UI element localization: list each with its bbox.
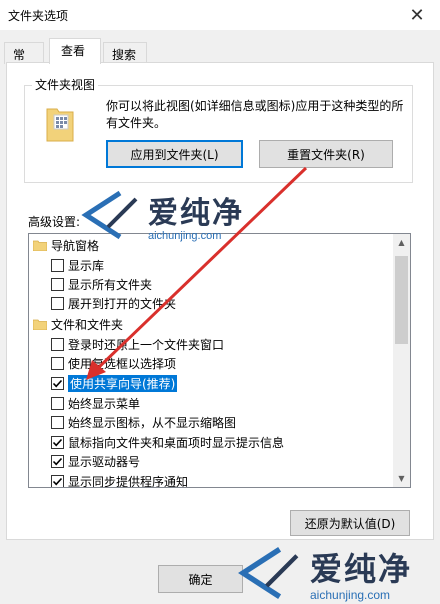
tab-view-label: 查看 xyxy=(61,44,86,58)
watermark-logo-icon xyxy=(238,547,299,599)
watermark-url: aichunjing.com xyxy=(310,588,391,602)
annotation-arrow xyxy=(86,166,308,380)
tab-view[interactable]: 查看 xyxy=(49,38,101,64)
watermark-top: 爱纯净 aichunjing.com xyxy=(80,188,244,242)
watermark-brand: 爱纯净 xyxy=(310,550,413,588)
watermark-bottom: 爱纯净 aichunjing.com xyxy=(236,544,412,602)
watermark-logo-icon xyxy=(81,190,138,240)
watermark-brand: 爱纯净 xyxy=(148,196,244,231)
